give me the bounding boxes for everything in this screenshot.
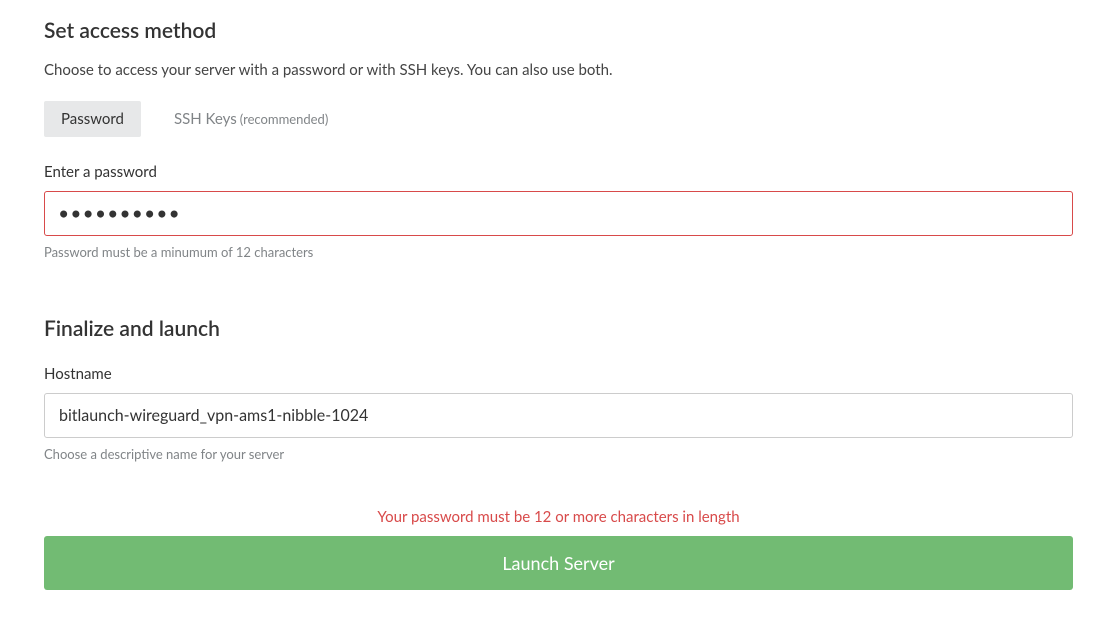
- access-method-description: Choose to access your server with a pass…: [44, 61, 1073, 79]
- finalize-title: Finalize and launch: [44, 316, 1073, 341]
- hostname-label: Hostname: [44, 365, 1073, 383]
- password-help-text: Password must be a minumum of 12 charact…: [44, 244, 1073, 260]
- tab-ssh-suffix: (recommended): [240, 111, 329, 127]
- tab-password-label: Password: [61, 110, 124, 128]
- hostname-input[interactable]: [44, 393, 1073, 438]
- access-method-title: Set access method: [44, 18, 1073, 43]
- tab-ssh-keys[interactable]: SSH Keys(recommended): [157, 101, 345, 137]
- finalize-section: Finalize and launch Hostname Choose a de…: [44, 316, 1073, 462]
- password-input[interactable]: [44, 191, 1073, 236]
- access-method-section: Set access method Choose to access your …: [44, 18, 1073, 260]
- validation-error-message: Your password must be 12 or more charact…: [44, 508, 1073, 526]
- password-label: Enter a password: [44, 163, 1073, 181]
- tab-password[interactable]: Password: [44, 101, 141, 137]
- launch-server-button[interactable]: Launch Server: [44, 536, 1073, 590]
- tab-ssh-label: SSH Keys: [174, 110, 237, 128]
- access-tabs: Password SSH Keys(recommended): [44, 101, 1073, 137]
- hostname-help-text: Choose a descriptive name for your serve…: [44, 446, 1073, 462]
